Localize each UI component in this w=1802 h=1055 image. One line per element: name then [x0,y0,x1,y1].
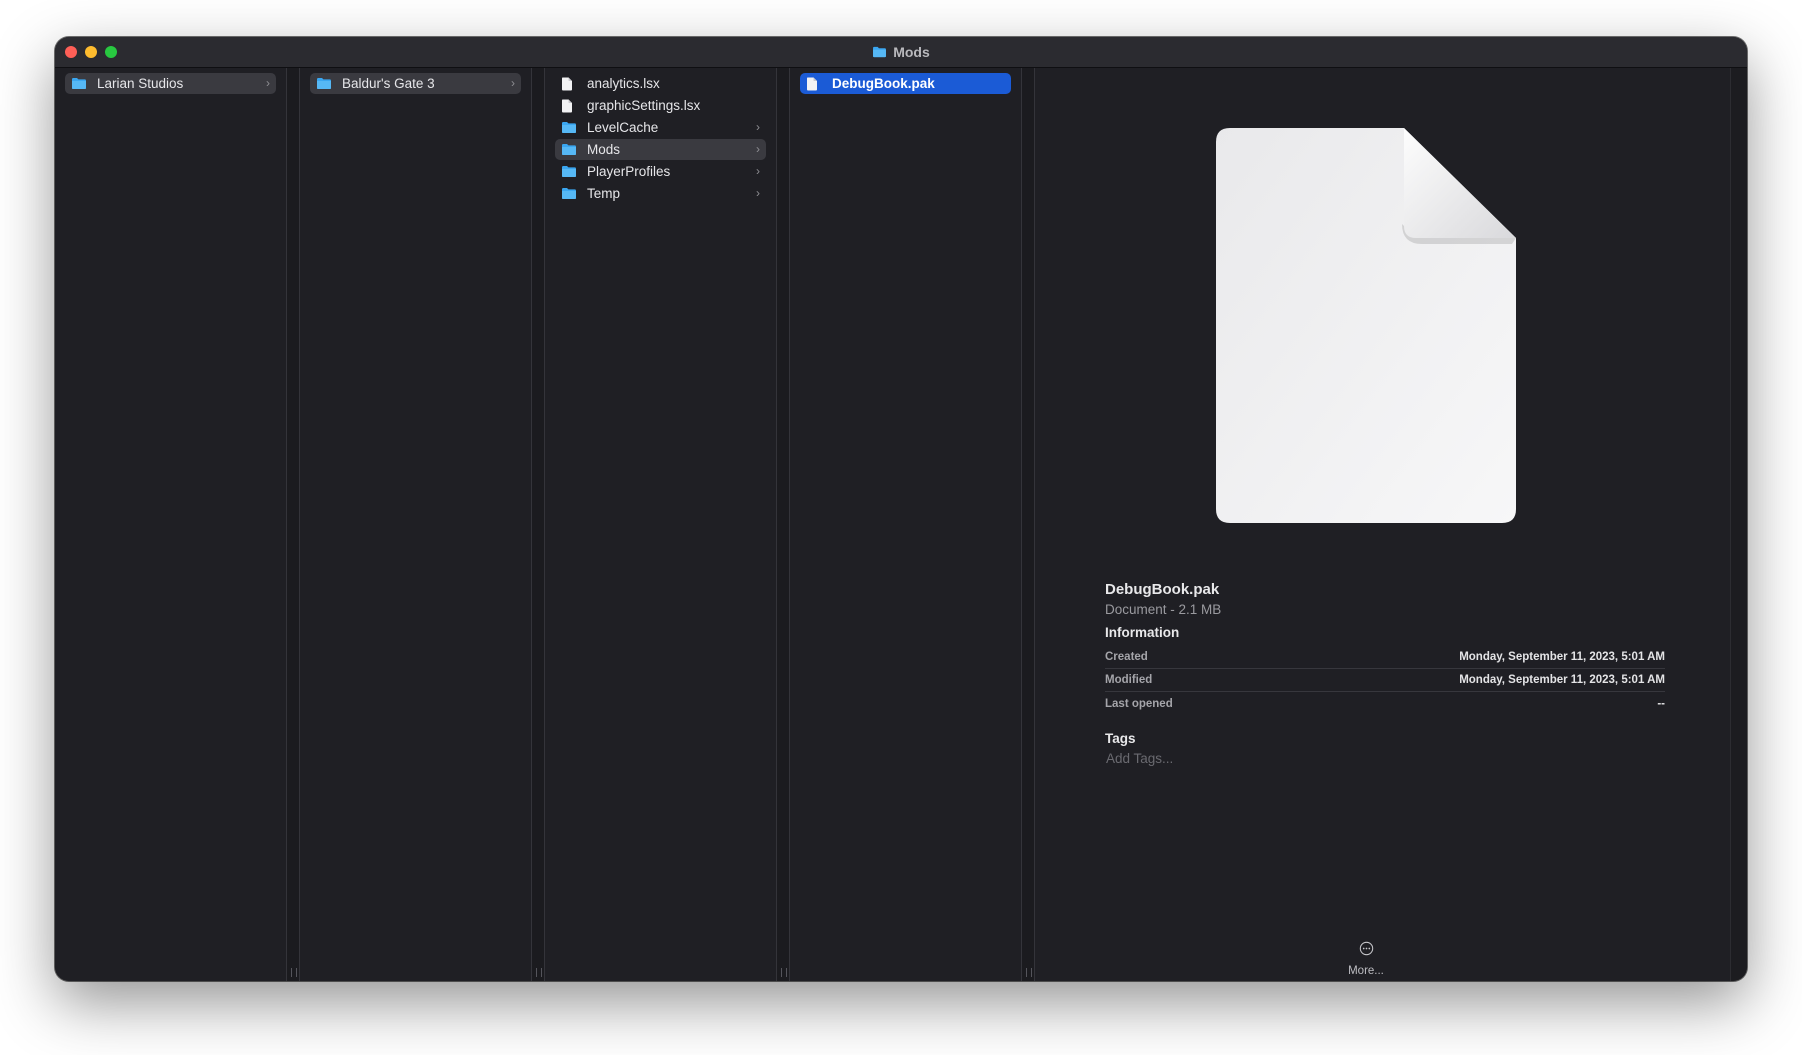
scroll-edge [1730,68,1747,981]
item-label: LevelCache [587,120,659,135]
title-bar: Mods [55,37,1747,68]
column-resize-handle[interactable] [1021,68,1035,981]
chevron-right-icon: › [511,76,515,90]
information-heading: Information [1105,625,1180,640]
info-value: Monday, September 11, 2023, 5:01 AM [1459,651,1665,663]
list-item[interactable]: LevelCache › [555,117,766,138]
list-item[interactable]: Mods › [555,139,766,160]
list-item[interactable]: Larian Studios › [65,73,276,94]
info-key: Last opened [1105,697,1173,710]
window-title: Mods [55,37,1747,67]
info-row-modified: Modified Monday, September 11, 2023, 5:0… [1105,669,1665,692]
browser-column[interactable]: DebugBook.pak [790,68,1021,981]
info-value: -- [1657,697,1665,710]
more-label: More... [1348,965,1384,977]
info-row-created: Created Monday, September 11, 2023, 5:01… [1105,646,1665,669]
chevron-right-icon: › [756,164,760,178]
list-item[interactable]: Temp › [555,183,766,204]
item-label: DebugBook.pak [832,76,935,91]
browser-column[interactable]: analytics.lsx graphicSettings.lsx LevelCac… [545,68,776,981]
chevron-right-icon: › [266,76,270,90]
info-key: Modified [1105,674,1153,686]
column-resize-handle[interactable] [286,68,300,981]
finder-window: Mods DebugBook.pak Document - 2.1 MB Inf… [55,37,1747,981]
folder-icon [71,77,89,91]
folder-icon [561,165,579,179]
browser-column[interactable]: Larian Studios › [55,68,286,981]
preview-pane: DebugBook.pak Document - 2.1 MB Informat… [1036,68,1731,981]
grip-icon [1026,968,1032,977]
preview-file-kind: Document - 2.1 MB [1105,602,1222,617]
folder-icon [873,46,887,58]
list-item[interactable]: Baldur's Gate 3 › [310,73,521,94]
chevron-right-icon: › [756,142,760,156]
column-browser: DebugBook.pak Document - 2.1 MB Informat… [55,68,1747,981]
info-key: Created [1105,651,1148,663]
column-resize-handle[interactable] [531,68,545,981]
item-label: Temp [587,186,621,201]
item-label: Mods [587,142,621,157]
list-item[interactable]: PlayerProfiles › [555,161,766,182]
info-row-last-opened: Last opened -- [1105,692,1665,715]
document-icon [561,77,579,91]
column-resize-handle[interactable] [776,68,790,981]
folder-icon [561,187,579,201]
tags-heading: Tags [1105,731,1136,746]
grip-icon [291,968,297,977]
item-label: graphicSettings.lsx [587,98,701,113]
preview-file-name: DebugBook.pak [1105,581,1220,598]
list-item[interactable]: analytics.lsx [555,73,766,94]
item-label: Baldur's Gate 3 [342,76,435,91]
add-tags-field[interactable]: Add Tags... [1106,751,1173,766]
folder-icon [561,143,579,157]
document-icon [1216,128,1516,523]
item-label: PlayerProfiles [587,164,671,179]
item-label: Larian Studios [97,76,184,91]
info-value: Monday, September 11, 2023, 5:01 AM [1459,674,1665,686]
browser-column[interactable]: Baldur's Gate 3 › [300,68,531,981]
chevron-right-icon: › [756,186,760,200]
list-item[interactable]: graphicSettings.lsx [555,95,766,116]
grip-icon [781,968,787,977]
chevron-right-icon: › [756,120,760,134]
window-title-text: Mods [893,44,930,60]
list-item[interactable]: DebugBook.pak [800,73,1011,94]
folder-icon [316,77,334,91]
document-thumbnail [1216,128,1516,523]
document-icon [561,99,579,113]
document-icon [806,77,824,91]
item-label: analytics.lsx [587,76,660,91]
more-button[interactable]: More... [1326,941,1406,977]
grip-icon [536,968,542,977]
folder-icon [561,121,579,135]
ellipsis-circle-icon [1359,941,1373,956]
